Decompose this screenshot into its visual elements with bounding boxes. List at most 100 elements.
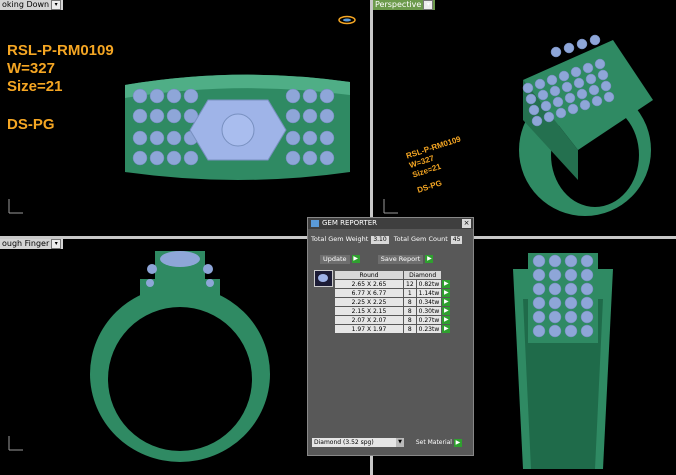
axis-gizmo-icon <box>8 199 23 214</box>
row-action: ▶ <box>441 279 452 289</box>
gem-stone <box>285 88 301 104</box>
gem-weight: 0.23tw <box>415 324 443 334</box>
table-row[interactable]: 2.15 X 2.15 8 0.30tw ▶ <box>334 306 452 316</box>
viewport-perspective[interactable]: Perspective ▾ RSL-P-RM0109 W=327 Size=21 … <box>373 0 676 236</box>
gem-stone <box>585 73 597 85</box>
table-row[interactable]: 2.07 X 2.07 8 0.27tw ▶ <box>334 315 452 325</box>
gem-stone <box>132 130 148 146</box>
table-row[interactable]: 6.77 X 6.77 1 1.14tw ▶ <box>334 288 452 298</box>
gem-count: 8 <box>403 306 417 316</box>
gem-stone <box>548 310 562 324</box>
shape-header: Round <box>334 270 404 280</box>
gem-stone <box>285 108 301 124</box>
gem-stone <box>166 108 182 124</box>
gem-stone <box>548 296 562 310</box>
gem-stone <box>546 74 558 86</box>
play-icon[interactable]: ▶ <box>425 255 434 263</box>
gem-reporter-titlebar[interactable]: GEM REPORTER × <box>308 218 473 229</box>
model-size: Size=21 <box>7 78 63 95</box>
gem-stone <box>548 254 562 268</box>
model-weight: W=327 <box>7 60 55 77</box>
row-action: ▶ <box>441 306 452 316</box>
chevron-down-icon[interactable]: ▼ <box>396 438 404 447</box>
play-icon[interactable]: ▶ <box>442 280 451 288</box>
save-report-button[interactable]: Save Report <box>377 255 424 264</box>
gem-stone <box>302 108 318 124</box>
gem-stone <box>580 324 594 338</box>
gem-stone <box>600 80 612 92</box>
gem-stone <box>302 130 318 146</box>
navigation-ring-icon[interactable] <box>338 15 356 25</box>
model-metal: DS-PG <box>7 116 55 133</box>
play-icon[interactable]: ▶ <box>351 255 360 263</box>
chevron-down-icon[interactable]: ▾ <box>51 239 62 249</box>
chevron-down-icon[interactable]: ▾ <box>51 0 62 10</box>
play-icon[interactable]: ▶ <box>442 325 451 333</box>
gem-stone <box>580 282 594 296</box>
gem-stone <box>563 42 575 54</box>
play-icon[interactable]: ▶ <box>442 316 451 324</box>
gem-stone <box>561 81 573 93</box>
gem-stone <box>564 324 578 338</box>
gem-stone <box>564 296 578 310</box>
update-button[interactable]: Update <box>320 255 350 264</box>
gem-stone <box>576 38 588 50</box>
row-action: ▶ <box>441 324 452 334</box>
gem-weight: 0.30tw <box>415 306 443 316</box>
gem-weight: 0.34tw <box>415 297 443 307</box>
viewport-top-looking-down[interactable]: oking Down ▾ RSL-P-RM0109 W=327 Size=21 D… <box>0 0 370 236</box>
gem-stone <box>132 108 148 124</box>
set-material-button[interactable]: ▶ <box>453 438 462 447</box>
gem-stone <box>580 310 594 324</box>
gem-stone <box>522 82 534 94</box>
play-icon[interactable]: ▶ <box>442 289 451 297</box>
total-weight-label: Total Gem Weight <box>311 235 369 243</box>
total-count-value: 45 <box>450 236 463 244</box>
gem-stone <box>564 92 576 104</box>
gem-stone <box>302 88 318 104</box>
gem-stone <box>555 107 567 119</box>
gem-stone <box>549 85 561 97</box>
gem-stone <box>580 296 594 310</box>
viewport-label[interactable]: ough Finger ▾ <box>0 239 64 249</box>
gem-stone <box>550 46 562 58</box>
gem-stone <box>319 108 335 124</box>
material-header: Diamond <box>402 270 443 280</box>
gem-size: 2.25 X 2.25 <box>334 297 404 307</box>
set-material-label: Set Material <box>415 439 452 446</box>
table-row[interactable]: 2.65 X 2.65 12 0.82tw ▶ <box>334 279 452 289</box>
viewport-label[interactable]: oking Down ▾ <box>0 0 64 10</box>
gem-stone <box>166 130 182 146</box>
gem-stone <box>564 282 578 296</box>
gem-stone <box>532 254 546 268</box>
gem-stone <box>183 150 199 166</box>
gem-stone <box>548 268 562 282</box>
gem-reporter-icon <box>311 220 319 227</box>
gem-stone <box>532 282 546 296</box>
gem-stone <box>537 89 549 101</box>
gem-stone <box>528 104 540 116</box>
gem-stone <box>132 88 148 104</box>
viewport-label[interactable]: Perspective ▾ <box>373 0 436 10</box>
gem-stone <box>548 282 562 296</box>
gem-stone <box>319 130 335 146</box>
material-select[interactable]: Diamond (3.52 spg) ▼ <box>312 438 404 447</box>
gem-stone <box>594 58 606 70</box>
gem-stone <box>564 268 578 282</box>
gem-stone <box>319 150 335 166</box>
gem-stone <box>567 103 579 115</box>
gem-size: 2.65 X 2.65 <box>334 279 404 289</box>
gem-reporter-panel[interactable]: GEM REPORTER × Total Gem Weight 3.10 Tota… <box>307 217 474 456</box>
table-row[interactable]: 2.25 X 2.25 8 0.34tw ▶ <box>334 297 452 307</box>
gem-stone <box>573 77 585 89</box>
play-icon[interactable]: ▶ <box>442 298 451 306</box>
chevron-down-icon[interactable]: ▾ <box>423 0 434 10</box>
material-row: Diamond (3.52 spg) ▼ Set Material ▶ <box>312 438 462 447</box>
row-action: ▶ <box>441 288 452 298</box>
gem-stone <box>302 150 318 166</box>
table-row[interactable]: 1.97 X 1.97 8 0.23tw ▶ <box>334 324 452 334</box>
play-icon[interactable]: ▶ <box>442 307 451 315</box>
close-icon[interactable]: × <box>462 219 471 228</box>
gem-weight: 0.82tw <box>415 279 443 289</box>
axis-gizmo-icon <box>383 199 398 214</box>
